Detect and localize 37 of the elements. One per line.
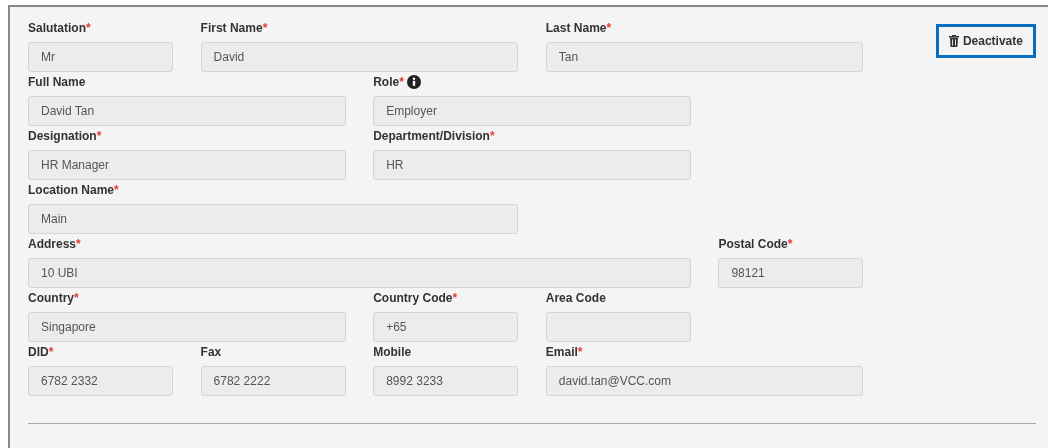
field-label: DID* xyxy=(28,346,54,358)
text-field[interactable]: 6782 2222 xyxy=(200,366,346,396)
text-field[interactable]: david.tan@VCC.com xyxy=(545,366,864,396)
info-icon[interactable] xyxy=(406,75,421,89)
field-label: Country* xyxy=(28,292,79,304)
text-field[interactable]: David xyxy=(200,42,519,72)
field-label: Role* xyxy=(373,76,404,88)
field-label: Location Name* xyxy=(28,184,119,196)
trash-icon xyxy=(948,35,959,47)
field-label: Country Code* xyxy=(373,292,458,304)
field-label: Area Code xyxy=(545,292,606,304)
field-label: Full Name xyxy=(28,76,86,88)
field-label: Address* xyxy=(28,238,81,250)
text-field[interactable]: 8992 3233 xyxy=(373,366,519,396)
text-field[interactable]: Mr xyxy=(28,42,173,72)
text-field[interactable]: HR Manager xyxy=(28,150,346,180)
text-field[interactable]: HR xyxy=(373,150,691,180)
field-label: Email* xyxy=(545,346,583,358)
text-field[interactable]: 6782 2332 xyxy=(28,366,173,396)
text-field[interactable]: Singapore xyxy=(28,312,346,342)
field-label: Department/Division* xyxy=(373,130,495,142)
field-label: Designation* xyxy=(28,130,102,142)
text-field[interactable]: Employer xyxy=(373,96,691,126)
text-field[interactable]: David Tan xyxy=(28,96,346,126)
field-label: Salutation* xyxy=(28,22,91,34)
deactivate-button[interactable]: Deactivate xyxy=(935,24,1036,58)
text-field[interactable]: 98121 xyxy=(718,258,864,288)
field-label: Mobile xyxy=(373,346,412,358)
field-label: Fax xyxy=(200,346,222,358)
field-label: Last Name* xyxy=(545,22,612,34)
text-field[interactable]: Tan xyxy=(545,42,864,72)
field-label: Postal Code* xyxy=(718,238,793,250)
field-label: First Name* xyxy=(200,22,268,34)
text-field[interactable] xyxy=(545,312,691,342)
text-field[interactable]: 10 UBI xyxy=(28,258,691,288)
text-field[interactable]: Main xyxy=(28,204,519,234)
text-field[interactable]: +65 xyxy=(373,312,519,342)
